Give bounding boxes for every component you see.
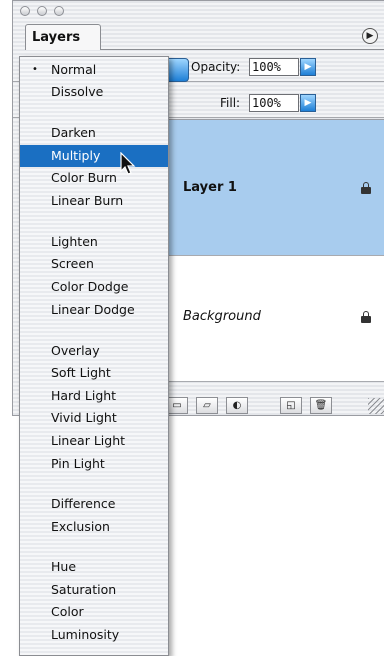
menu-item-label: Dissolve <box>51 84 104 99</box>
palette-menu-button[interactable]: ▶ <box>362 28 378 44</box>
blend-mode-menu: • Normal Dissolve Darken Multiply Color … <box>19 56 169 656</box>
menu-item-label: Hard Light <box>51 388 117 403</box>
menu-item-saturation[interactable]: Saturation <box>20 579 168 601</box>
menu-item-normal[interactable]: • Normal <box>20 59 168 81</box>
menu-item-linear-light[interactable]: Linear Light <box>20 430 168 452</box>
menu-item-screen[interactable]: Screen <box>20 253 168 275</box>
layer-name: Background <box>183 309 261 324</box>
tab-layers-label: Layers <box>32 30 81 45</box>
menu-item-soft-light[interactable]: Soft Light <box>20 362 168 384</box>
adjustment-layer-icon[interactable]: ◐ <box>226 397 248 414</box>
opacity-field[interactable]: 100% <box>249 58 299 76</box>
menu-item-exclusion[interactable]: Exclusion <box>20 516 168 538</box>
trash-icon[interactable]: 🗑 <box>310 397 332 414</box>
menu-item-label: Difference <box>51 496 116 511</box>
menu-item-label: Darken <box>51 125 96 140</box>
layer-name: Layer 1 <box>183 180 237 195</box>
menu-item-label: Hue <box>51 559 77 574</box>
menu-item-label: Color Dodge <box>51 279 129 294</box>
menu-item-label: Overlay <box>51 343 100 358</box>
triangle-right-icon: ▶ <box>366 31 374 41</box>
lock-icon <box>361 311 371 323</box>
folder-icon[interactable]: ▱ <box>196 397 218 414</box>
checkmark-icon: • <box>32 64 38 75</box>
menu-item-label: Linear Burn <box>51 193 124 208</box>
menu-item-label: Soft Light <box>51 365 111 380</box>
title-bar[interactable] <box>13 1 384 23</box>
menu-item-darken[interactable]: Darken <box>20 122 168 144</box>
menu-item-multiply[interactable]: Multiply <box>20 145 168 167</box>
minimize-button[interactable] <box>37 6 47 16</box>
close-button[interactable] <box>20 6 30 16</box>
divider <box>101 49 384 50</box>
opacity-label: Opacity: <box>191 60 241 74</box>
layer-row[interactable]: Background <box>163 256 384 382</box>
menu-item-hue[interactable]: Hue <box>20 556 168 578</box>
tab-row: Layers ▶ <box>13 23 384 51</box>
layers-toolbar: ▭ ▱ ◐ ◱ 🗑 <box>162 396 384 416</box>
triangle-right-icon: ▶ <box>304 98 312 108</box>
menu-item-label: Luminosity <box>51 627 120 642</box>
menu-item-color[interactable]: Color <box>20 601 168 623</box>
menu-item-hard-light[interactable]: Hard Light <box>20 385 168 407</box>
tab-layers[interactable]: Layers <box>25 24 101 50</box>
mouse-pointer-icon <box>120 152 136 175</box>
fill-field[interactable]: 100% <box>249 94 299 112</box>
opacity-stepper[interactable]: ▶ <box>300 58 316 76</box>
menu-item-pin-light[interactable]: Pin Light <box>20 453 168 475</box>
new-layer-icon[interactable]: ◱ <box>280 397 302 414</box>
fill-label: Fill: <box>220 96 241 110</box>
resize-grip[interactable] <box>368 398 384 414</box>
fill-stepper[interactable]: ▶ <box>300 94 316 112</box>
menu-item-label: Color <box>51 604 84 619</box>
menu-item-label: Linear Dodge <box>51 302 135 317</box>
zoom-button[interactable] <box>54 6 64 16</box>
layers-list: Layer 1 Background <box>163 119 384 382</box>
menu-item-label: Exclusion <box>51 519 110 534</box>
menu-item-vivid-light[interactable]: Vivid Light <box>20 407 168 429</box>
menu-item-difference[interactable]: Difference <box>20 493 168 515</box>
menu-item-overlay[interactable]: Overlay <box>20 340 168 362</box>
menu-item-linear-burn[interactable]: Linear Burn <box>20 190 168 212</box>
menu-item-label: Color Burn <box>51 170 117 185</box>
menu-item-label: Lighten <box>51 234 98 249</box>
menu-item-label: Saturation <box>51 582 117 597</box>
menu-item-label: Pin Light <box>51 456 105 471</box>
menu-item-label: Screen <box>51 256 94 271</box>
layer-row[interactable]: Layer 1 <box>163 120 384 256</box>
menu-item-label: Multiply <box>51 148 101 163</box>
menu-item-color-burn[interactable]: Color Burn <box>20 167 168 189</box>
menu-item-lighten[interactable]: Lighten <box>20 231 168 253</box>
lock-icon <box>361 182 371 194</box>
mask-icon[interactable]: ▭ <box>166 397 188 414</box>
menu-item-luminosity[interactable]: Luminosity <box>20 624 168 646</box>
menu-item-label: Vivid Light <box>51 410 117 425</box>
menu-item-label: Linear Light <box>51 433 126 448</box>
menu-item-color-dodge[interactable]: Color Dodge <box>20 276 168 298</box>
menu-item-label: Normal <box>51 62 97 77</box>
menu-item-dissolve[interactable]: Dissolve <box>20 81 168 103</box>
menu-item-linear-dodge[interactable]: Linear Dodge <box>20 299 168 321</box>
triangle-right-icon: ▶ <box>304 62 312 72</box>
